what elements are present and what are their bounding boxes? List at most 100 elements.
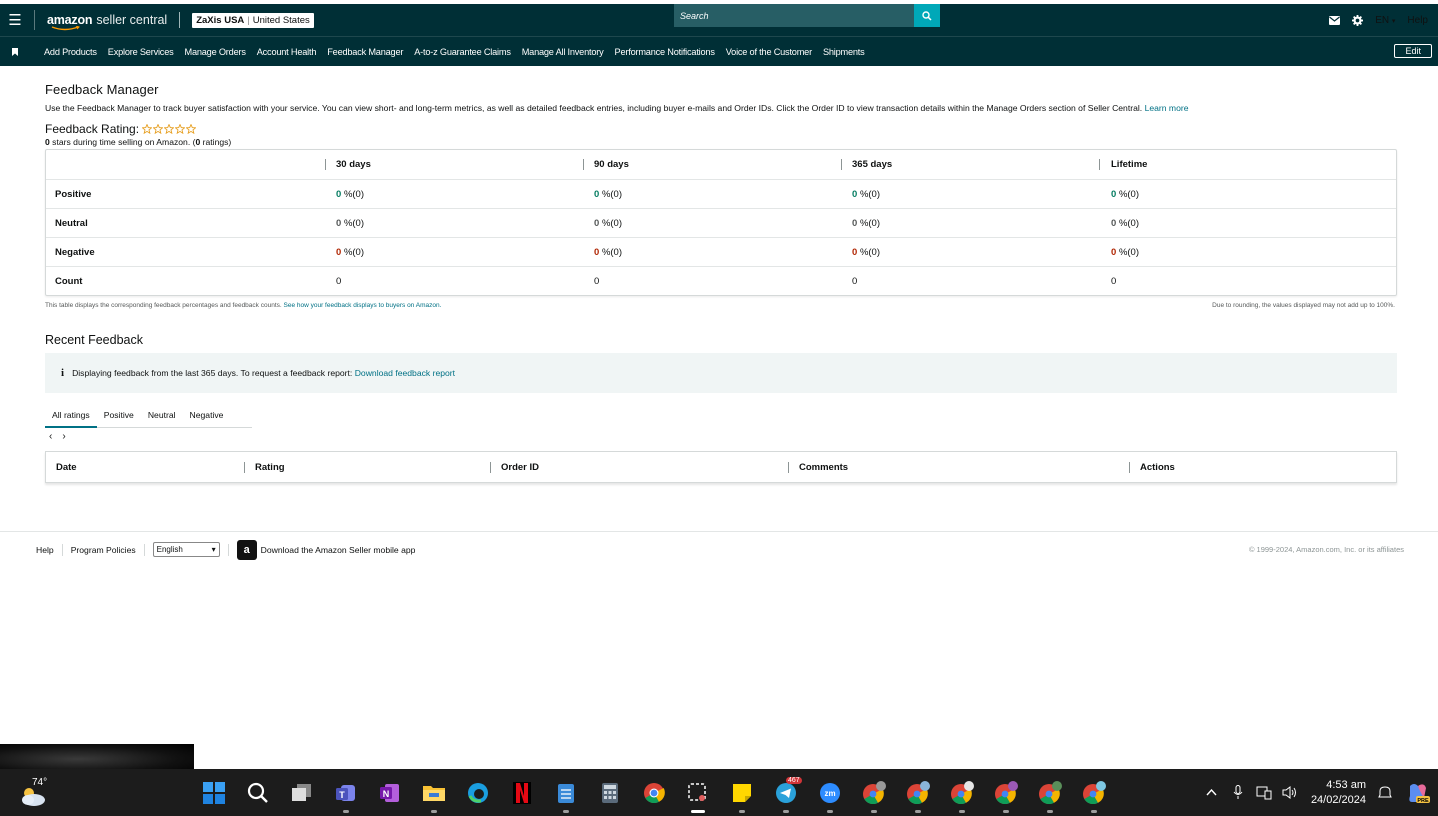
edge-app[interactable] — [456, 769, 500, 816]
teams-app[interactable]: T — [324, 769, 368, 816]
chrome-profile-3[interactable] — [940, 769, 984, 816]
bookmark-a-to-z-guarantee-claims[interactable]: A-to-z Guarantee Claims — [414, 47, 511, 57]
file-explorer-app[interactable] — [412, 769, 456, 816]
microphone-icon[interactable] — [1225, 785, 1251, 800]
language-selector[interactable]: EN ▾ — [1375, 15, 1395, 26]
search-icon — [922, 10, 932, 21]
metrics-percent-value: 0 — [1111, 188, 1117, 200]
notification-center-icon[interactable] — [1372, 785, 1398, 800]
tab-neutral[interactable]: Neutral — [141, 403, 183, 428]
running-indicator — [871, 810, 877, 813]
download-feedback-report-link[interactable]: Download feedback report — [355, 368, 455, 378]
task-view-button[interactable] — [280, 769, 324, 816]
bookmark-manage-orders[interactable]: Manage Orders — [185, 47, 246, 57]
volume-icon[interactable] — [1277, 786, 1303, 799]
system-clock[interactable]: 4:53 am 24/02/2024 — [1311, 778, 1366, 808]
bookmark-manage-all-inventory[interactable]: Manage All Inventory — [522, 47, 604, 57]
metrics-count-cell: 0 — [594, 275, 600, 287]
chrome-profile-icon — [907, 780, 930, 804]
bookmark-performance-notifications[interactable]: Performance Notifications — [615, 47, 715, 57]
folder-icon — [423, 785, 445, 801]
chrome-profile-6[interactable] — [1072, 769, 1116, 816]
column-date[interactable]: Date — [46, 462, 244, 473]
notepad-icon — [558, 783, 574, 803]
feedback-display-link[interactable]: See how your feedback displays to buyers… — [284, 302, 442, 309]
hamburger-menu-icon[interactable]: ☰ — [0, 11, 30, 29]
amazon-app-icon[interactable]: a — [236, 539, 257, 560]
description-text: Use the Feedback Manager to track buyer … — [45, 103, 1143, 113]
calculator-app[interactable] — [588, 769, 632, 816]
download-mobile-app-link[interactable]: Download the Amazon Seller mobile app — [261, 545, 416, 555]
weather-widget[interactable]: 74° — [18, 775, 58, 809]
amazon-seller-central-logo[interactable]: amazon seller central — [47, 13, 167, 31]
program-policies-link[interactable]: Program Policies — [71, 545, 136, 555]
learn-more-link[interactable]: Learn more — [1145, 103, 1189, 113]
account-switcher[interactable]: ZaXis USA | United States — [192, 12, 314, 28]
info-icon: i — [61, 367, 65, 379]
metrics-count-cell: 0 — [852, 275, 858, 287]
snipping-tool-app[interactable] — [676, 769, 720, 816]
footer-language-select[interactable]: English ▾ — [152, 542, 220, 557]
metrics-cell: 0 %(0) — [1100, 247, 1386, 258]
chrome-profile-2[interactable] — [896, 769, 940, 816]
edit-bookmarks-button[interactable]: Edit — [1394, 44, 1432, 58]
metrics-percent-value: 0 — [594, 246, 600, 258]
column-comments[interactable]: Comments — [788, 461, 1129, 473]
metrics-cell: 0 %(0) — [584, 189, 842, 200]
metrics-cell: 0 %(0) — [842, 218, 1100, 229]
netflix-app[interactable] — [500, 769, 544, 816]
zoom-app[interactable]: zm — [808, 769, 852, 816]
chrome-profile-5[interactable] — [1028, 769, 1072, 816]
system-tray: 4:53 am 24/02/2024 PRE — [1199, 769, 1438, 816]
metrics-row-negative: Negative 0 %(0) 0 %(0) 0 %(0) 0 %(0) — [46, 237, 1396, 266]
summary-end: ratings) — [200, 137, 232, 147]
bookmark-add-products[interactable]: Add Products — [44, 47, 97, 57]
column-order-id[interactable]: Order ID — [490, 461, 788, 473]
metrics-percent-value: 0 — [336, 217, 342, 229]
taskbar-apps: T N 467 zm — [192, 769, 1116, 816]
running-indicator — [1003, 810, 1009, 813]
feedback-metrics-table: 30 days 90 days 365 days Lifetime Positive 0 … — [45, 149, 1397, 296]
previous-page-icon[interactable]: ‹ — [49, 431, 52, 442]
bookmark-explore-services[interactable]: Explore Services — [108, 47, 174, 57]
bookmark-feedback-manager[interactable]: Feedback Manager — [327, 47, 403, 57]
footer-help-link[interactable]: Help — [36, 545, 54, 555]
show-hidden-icons-chevron-up-icon[interactable] — [1199, 789, 1225, 796]
running-indicator — [343, 810, 349, 813]
bookmark-voice-of-the-customer[interactable]: Voice of the Customer — [726, 47, 812, 57]
chrome-profile-4[interactable] — [984, 769, 1028, 816]
help-link[interactable]: Help — [1407, 15, 1428, 26]
tab-negative[interactable]: Negative — [183, 403, 231, 428]
mail-icon[interactable] — [1329, 15, 1341, 25]
copilot-icon[interactable]: PRE — [1398, 782, 1438, 804]
search-input[interactable] — [674, 4, 914, 27]
settings-gear-icon[interactable] — [1352, 14, 1364, 26]
bookmark-shipments[interactable]: Shipments — [823, 47, 865, 57]
divider — [143, 543, 145, 556]
metrics-note-left: This table displays the corresponding fe… — [45, 302, 441, 309]
notepad-app[interactable] — [544, 769, 588, 816]
bookmark-icon[interactable] — [0, 47, 30, 56]
start-button[interactable] — [192, 769, 236, 816]
network-icon[interactable] — [1251, 786, 1277, 800]
tab-all-ratings[interactable]: All ratings — [45, 403, 97, 428]
search-button[interactable] — [914, 4, 940, 27]
windows-taskbar: 74° T N 467 zm 4:53 am 24/02/2024 PRE — [0, 769, 1438, 816]
telegram-app[interactable]: 467 — [764, 769, 808, 816]
active-indicator — [691, 810, 705, 813]
metrics-cell: 0 %(0) — [584, 218, 842, 229]
chrome-profile-1[interactable] — [852, 769, 896, 816]
zoom-icon: zm — [820, 782, 840, 803]
search-taskbar-button[interactable] — [236, 769, 280, 816]
onenote-app[interactable]: N — [368, 769, 412, 816]
chevron-down-icon: ▾ — [1391, 17, 1396, 25]
video-thumbnail-preview[interactable] — [0, 744, 194, 769]
bookmark-account-health[interactable]: Account Health — [257, 47, 317, 57]
metrics-percent-value: 0 — [852, 246, 858, 258]
sticky-notes-app[interactable] — [720, 769, 764, 816]
chrome-app[interactable] — [632, 769, 676, 816]
next-page-icon[interactable]: › — [62, 431, 65, 442]
bookmark-navigation-bar: Add Products Explore Services Manage Order… — [0, 36, 1438, 66]
column-rating[interactable]: Rating — [244, 461, 490, 473]
tab-positive[interactable]: Positive — [97, 403, 141, 428]
